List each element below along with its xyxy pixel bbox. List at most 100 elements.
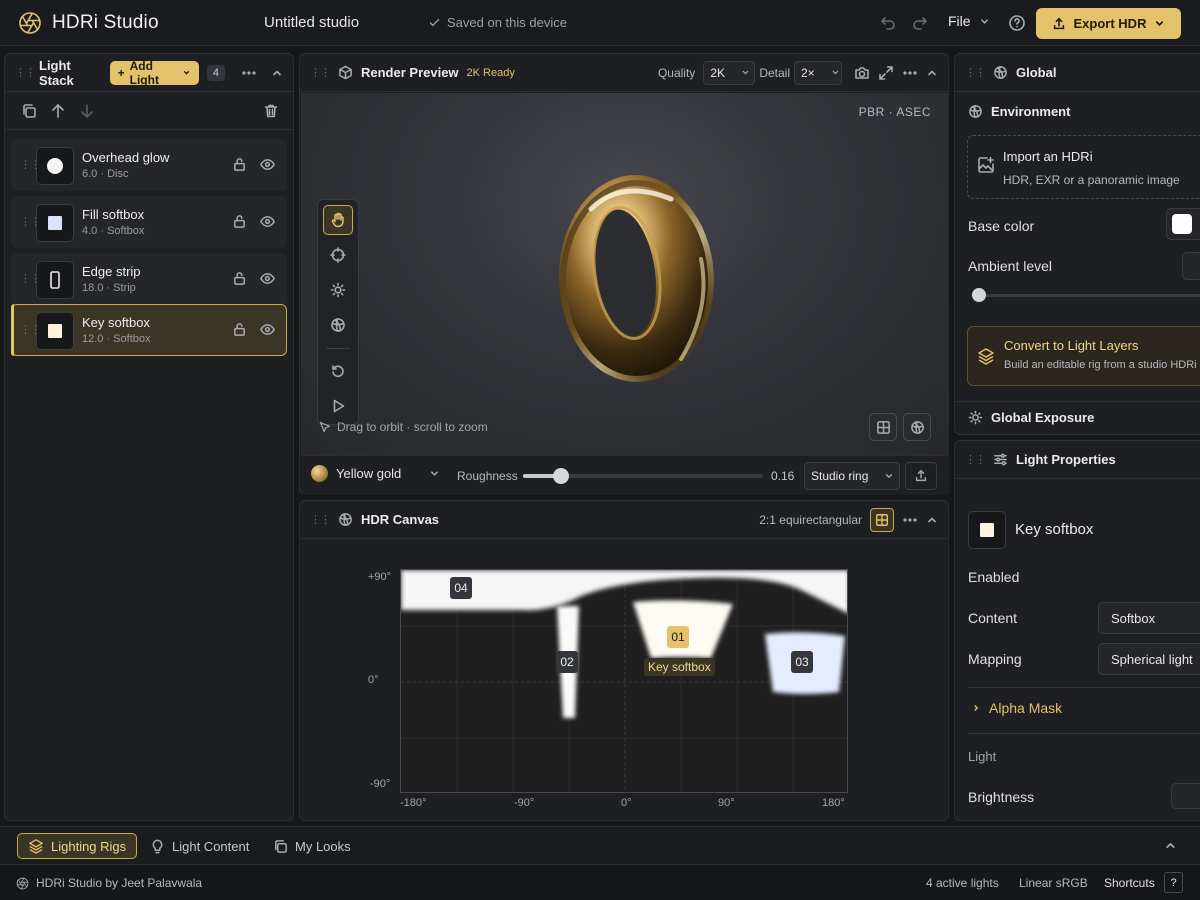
move-down-icon[interactable] [79, 103, 95, 119]
drag-handle-icon[interactable]: ⋮⋮ [15, 66, 36, 79]
redo-icon[interactable] [912, 15, 928, 31]
ambient-slider[interactable] [971, 288, 1200, 302]
alpha-mask-toggle[interactable]: Alpha Mask [971, 700, 1062, 716]
hdr-canvas-title: HDR Canvas [361, 512, 440, 527]
collapse-chevron-icon[interactable] [271, 67, 283, 79]
environment-sphere-icon[interactable] [903, 413, 931, 441]
detail-label: Detail [759, 65, 790, 80]
unlock-icon[interactable] [232, 214, 247, 229]
eye-icon[interactable] [260, 322, 275, 337]
export-hdr-button[interactable]: Export HDR [1036, 8, 1181, 39]
drag-handle-icon[interactable]: ⋮⋮ [310, 66, 331, 79]
shortcut-key-badge[interactable]: ? [1164, 872, 1183, 893]
unlock-icon[interactable] [232, 157, 247, 172]
ambient-slider-thumb[interactable] [972, 288, 986, 302]
ambient-value-field[interactable] [1182, 252, 1200, 280]
unlock-icon[interactable] [232, 322, 247, 337]
copy-icon [273, 839, 288, 854]
content-value: Softbox [1111, 610, 1156, 626]
more-icon[interactable] [902, 65, 918, 81]
preset-select[interactable]: Studio ring [804, 462, 900, 490]
more-icon[interactable] [241, 65, 257, 81]
eye-icon[interactable] [260, 157, 275, 172]
light-item-key-softbox[interactable]: ⋮⋮ Key softbox 12.0 · Softbox [11, 304, 287, 356]
mapping-select[interactable]: Spherical light [1098, 643, 1200, 675]
unlock-icon[interactable] [232, 271, 247, 286]
help-icon[interactable] [1008, 14, 1026, 32]
collapse-chevron-icon[interactable] [1164, 839, 1177, 852]
upload-icon[interactable] [905, 462, 937, 490]
drag-handle-icon[interactable]: ⋮⋮ [965, 66, 986, 79]
play-icon[interactable] [323, 391, 353, 421]
brightness-label: Brightness [968, 789, 1035, 805]
environment-section[interactable]: Environment [968, 104, 1070, 119]
save-status: Saved on this device [428, 15, 567, 30]
light-properties-title: Light Properties [1016, 452, 1116, 467]
sun-icon[interactable] [323, 275, 353, 305]
collapse-chevron-icon[interactable] [926, 514, 938, 526]
grid-toggle-icon[interactable] [869, 413, 897, 441]
eye-icon[interactable] [260, 271, 275, 286]
sphere-icon [993, 65, 1008, 80]
add-light-button[interactable]: + Add Light [109, 59, 199, 87]
light-count-badge: 4 [206, 64, 225, 81]
tab-light-content[interactable]: Light Content [140, 833, 259, 859]
file-menu[interactable]: File [948, 13, 990, 29]
document-title[interactable]: Untitled studio [264, 14, 359, 31]
quality-select[interactable]: 2K [703, 60, 756, 85]
roughness-slider[interactable] [523, 468, 763, 484]
content-select[interactable]: Softbox [1098, 602, 1200, 634]
render-preview-panel: ⋮⋮ Render Preview 2K Ready Quality 2K De… [299, 53, 949, 495]
drag-handle-icon[interactable]: ⋮⋮ [965, 453, 986, 466]
import-hdri-dropzone[interactable]: Import an HDRi HDR, EXR or a panoramic i… [967, 135, 1200, 199]
grid-toggle-icon[interactable] [870, 507, 894, 532]
base-color-swatch[interactable] [1166, 208, 1200, 240]
more-icon[interactable] [902, 512, 918, 528]
drag-handle-icon[interactable]: ⋮⋮ [310, 513, 331, 526]
light-item-overhead-glow[interactable]: ⋮⋮ Overhead glow 6.0 · Disc [11, 139, 287, 191]
light-marker-04[interactable]: 04 [450, 577, 472, 599]
trash-icon[interactable] [263, 103, 279, 119]
tab-my-looks[interactable]: My Looks [263, 833, 361, 859]
light-item-edge-strip[interactable]: ⋮⋮ Edge strip 18.0 · Strip [11, 253, 287, 305]
brightness-field[interactable] [1171, 783, 1200, 809]
app-credit-text: HDRi Studio by Jeet Palavwala [36, 876, 203, 890]
move-up-icon[interactable] [50, 103, 66, 119]
render-preview-header: ⋮⋮ Render Preview 2K Ready Quality 2K De… [300, 54, 948, 92]
eye-icon[interactable] [260, 214, 275, 229]
material-select[interactable]: Yellow gold [311, 465, 440, 482]
selected-light-name[interactable]: Key softbox [1015, 521, 1093, 538]
light-name: Edge strip [82, 264, 141, 279]
roughness-label: Roughness [457, 469, 518, 483]
strip-light-thumbnail [36, 261, 74, 299]
chevron-down-icon [182, 68, 191, 77]
roughness-slider-thumb[interactable] [553, 468, 569, 484]
sphere-icon[interactable] [323, 310, 353, 340]
light-marker-01[interactable]: 01 [667, 626, 689, 648]
base-color-label: Base color [968, 218, 1035, 234]
content-label: Content [968, 610, 1018, 626]
collapse-chevron-icon[interactable] [926, 67, 938, 79]
hdr-equirect-canvas[interactable] [400, 569, 848, 793]
light-marker-02[interactable]: 02 [556, 651, 578, 673]
detail-select[interactable]: 2× [794, 60, 842, 85]
render-viewport[interactable]: PBR · ASEC Drag to orbit · scroll to zoo… [301, 93, 949, 455]
light-marker-03[interactable]: 03 [791, 651, 813, 673]
chevron-down-icon [979, 16, 990, 27]
convert-to-light-layers-card[interactable]: Convert to Light Layers Build an editabl… [967, 326, 1200, 386]
environment-title: Environment [991, 104, 1071, 119]
light-item-fill-softbox[interactable]: ⋮⋮ Fill softbox 4.0 · Softbox [11, 196, 287, 248]
camera-icon[interactable] [854, 65, 870, 81]
expand-icon[interactable] [878, 65, 894, 81]
crosshair-icon[interactable] [323, 240, 353, 270]
light-meta: 18.0 · Strip [82, 282, 136, 294]
global-exposure-section[interactable]: Global Exposure [968, 410, 1094, 425]
duplicate-icon[interactable] [21, 103, 37, 119]
pan-hand-icon[interactable] [323, 205, 353, 235]
check-icon [428, 16, 441, 29]
x-tick-label: 0° [621, 797, 632, 809]
undo-icon[interactable] [880, 15, 896, 31]
shortcuts-button[interactable]: Shortcuts [1104, 876, 1155, 890]
tab-lighting-rigs[interactable]: Lighting Rigs [17, 833, 138, 859]
reset-icon[interactable] [323, 356, 353, 386]
